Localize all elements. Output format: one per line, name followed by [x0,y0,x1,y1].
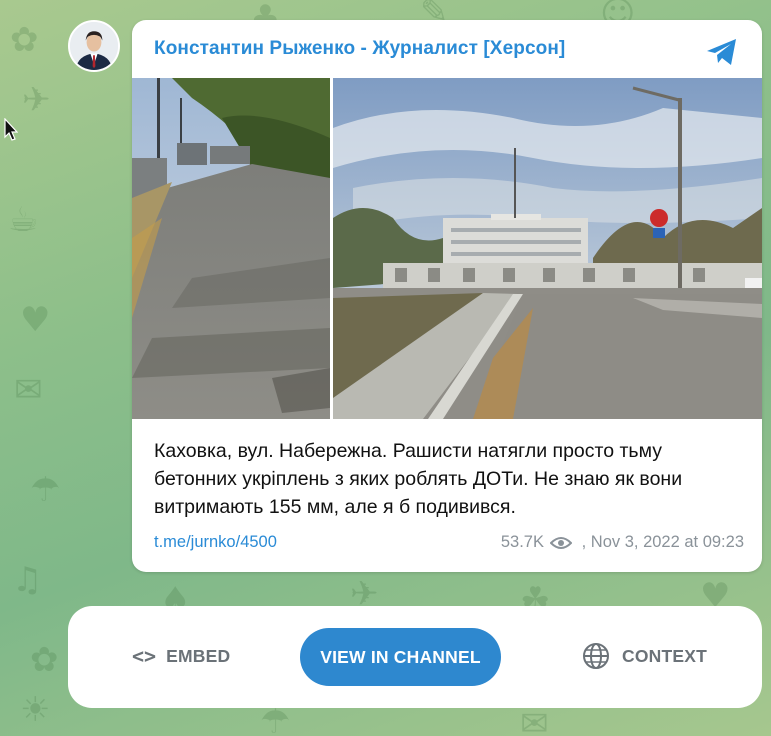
view-count: 53.7K [500,533,544,551]
post-date: , Nov 3, 2022 at 09:23 [581,533,744,551]
embed-button[interactable]: <> EMBED [132,644,230,668]
context-button[interactable]: CONTEXT [582,642,707,670]
post-meta: t.me/jurnko/4500 53.7K , Nov 3, 2022 at … [154,531,744,555]
post-header: Константин Рыженко - Журналист [Херсон] [132,20,762,78]
globe-icon [583,643,609,669]
post-link[interactable]: t.me/jurnko/4500 [154,533,277,552]
embed-label: EMBED [166,645,231,666]
context-label: CONTEXT [622,645,708,666]
post-caption: Каховка, вул. Набережна. Рашисти натягли… [154,440,683,518]
action-bar: <> EMBED VIEW IN CHANNEL CONTEXT [68,606,762,708]
channel-avatar[interactable] [68,20,120,72]
code-brackets-icon: <> [132,644,157,668]
concrete-fortifications-photo[interactable] [333,78,762,419]
telegram-logo-icon[interactable] [704,34,740,70]
post-photos [132,78,762,419]
view-in-channel-label: VIEW IN CHANNEL [320,646,481,667]
eye-icon [550,537,572,549]
person-portrait-avatar-icon [70,22,118,70]
embankment-walkway-photo[interactable] [132,78,330,419]
mouse-cursor-icon [4,118,18,141]
channel-name-link[interactable]: Константин Рыженко - Журналист [Херсон] [154,38,565,60]
post-card: Константин Рыженко - Журналист [Херсон] [132,20,762,572]
view-in-channel-button[interactable]: VIEW IN CHANNEL [300,628,501,686]
